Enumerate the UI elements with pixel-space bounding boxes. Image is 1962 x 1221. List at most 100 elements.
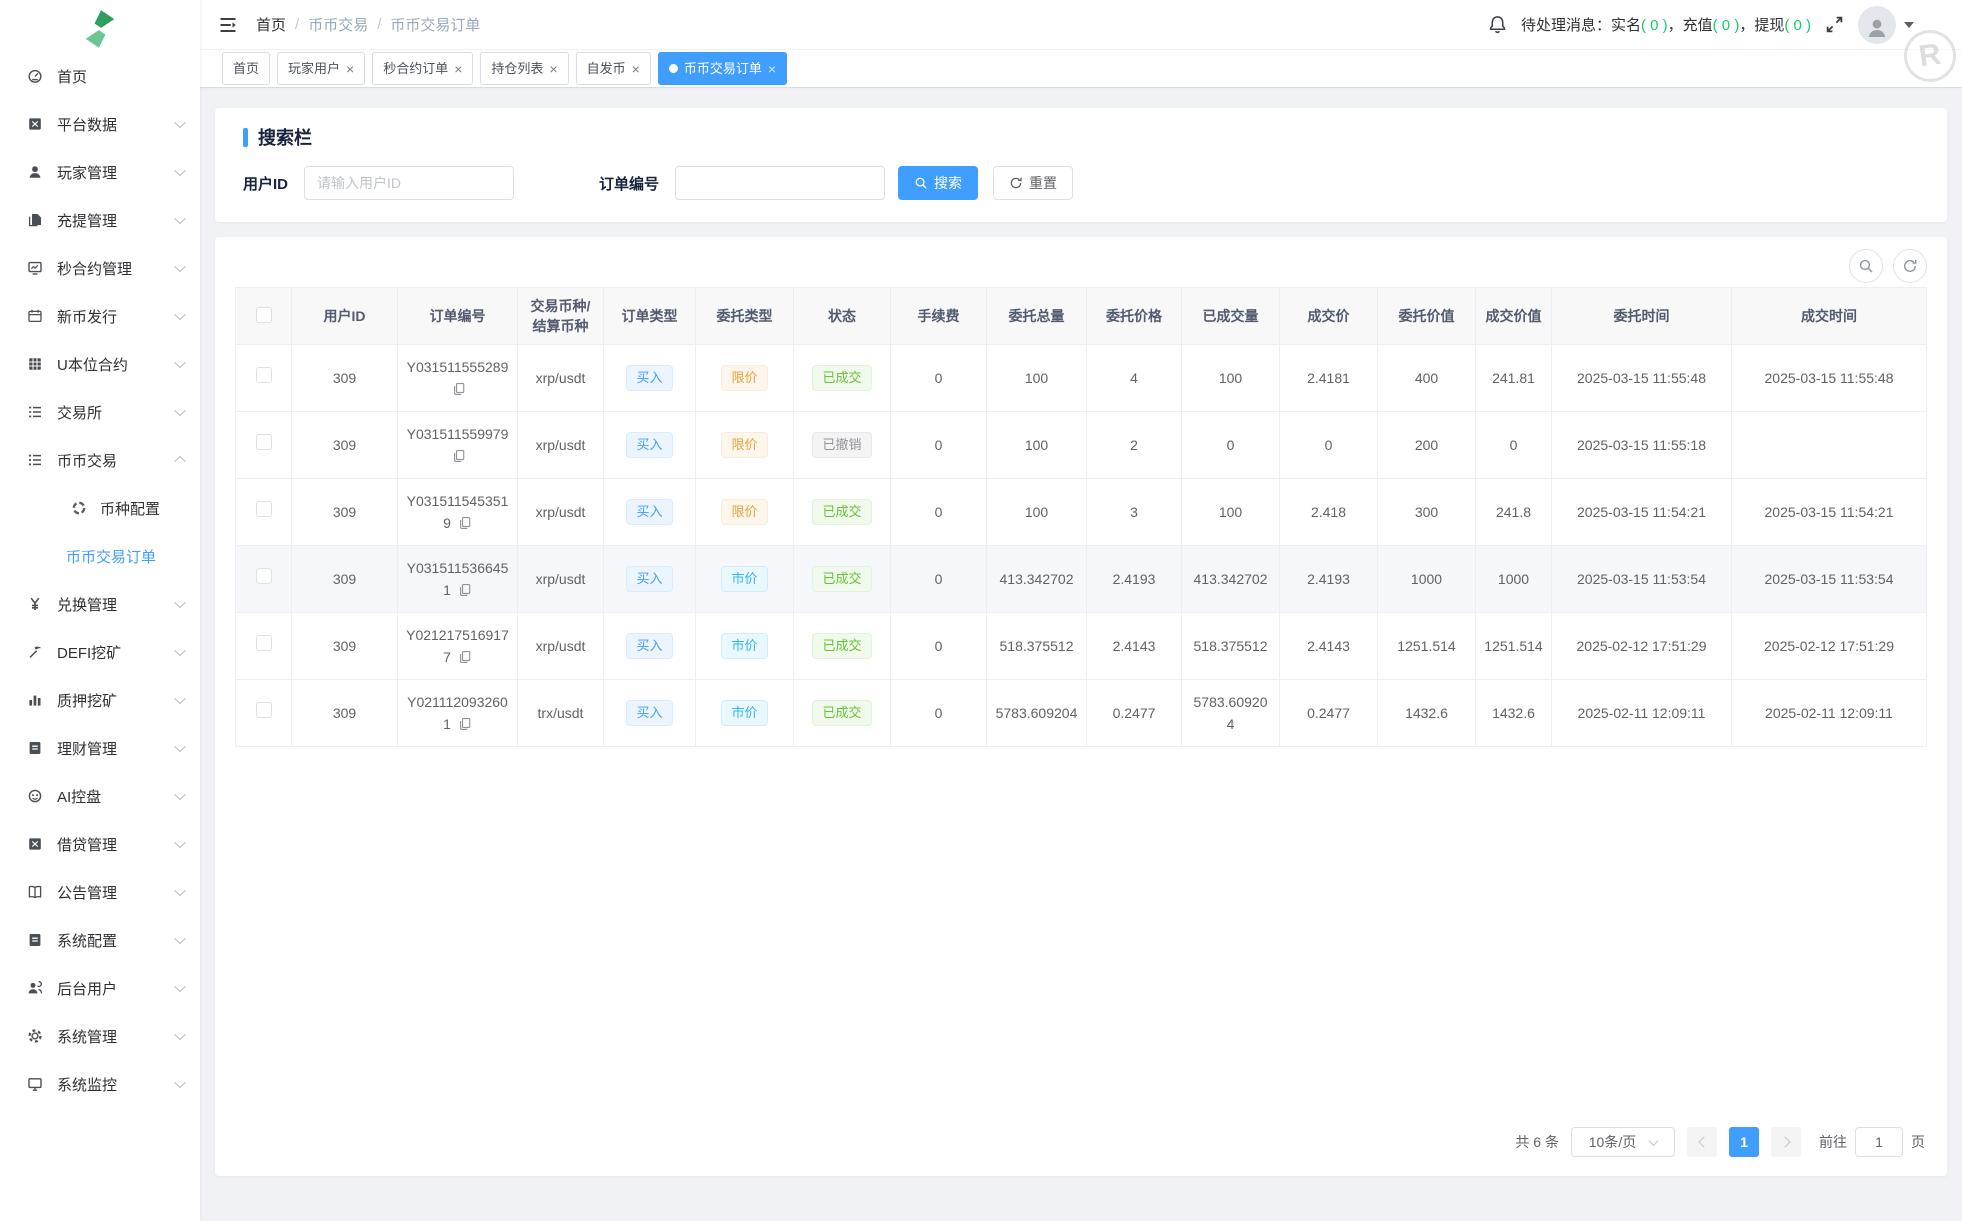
tab-2[interactable]: 秒合约订单 × — [372, 52, 474, 85]
copy-icon[interactable] — [452, 449, 466, 463]
cell-entrust-time: 2025-03-15 11:55:18 — [1551, 411, 1732, 479]
bell-icon[interactable] — [1488, 15, 1507, 34]
chevron-down-icon — [174, 164, 186, 177]
tab-3[interactable]: 持仓列表 × — [480, 52, 569, 85]
defi-mining-icon — [26, 643, 44, 661]
search-button[interactable]: 搜索 — [898, 166, 979, 200]
chevron-down-icon — [174, 212, 186, 225]
sidebar-menu: 首页 平台数据玩家管理充提管理 秒合约管理新币发行 U本位合约 交易所 币币交易 币种配置币… — [0, 50, 200, 1108]
sidebar-item-14[interactable]: 借贷管理 — [0, 820, 200, 868]
sidebar-item-9[interactable]: 兑换管理 — [0, 580, 200, 628]
order-type-tag: 买入 — [626, 700, 673, 726]
sidebar-item-13[interactable]: AI控盘 — [0, 772, 200, 820]
sidebar-item-2[interactable]: 玩家管理 — [0, 148, 200, 196]
cell-entrust-value: 1432.6 — [1377, 679, 1476, 747]
breadcrumb-item-1[interactable]: 币币交易 — [308, 14, 368, 35]
sidebar-item-label: 玩家管理 — [57, 164, 118, 182]
tab-4[interactable]: 自发币 × — [575, 52, 651, 85]
user-menu-caret-icon[interactable] — [1904, 21, 1914, 28]
cell-filled: 100 — [1181, 344, 1280, 412]
row-checkbox[interactable] — [255, 433, 272, 450]
tab-close-icon[interactable]: × — [768, 62, 776, 76]
sidebar-item-0[interactable]: 首页 — [0, 52, 200, 100]
orders-table-card: 用户ID 订单编号 交易币种/结算币种 订单类型 委托类型 状态 手续费 委托总量 委托价格 已成… — [215, 237, 1947, 1176]
sidebar-item-15[interactable]: 公告管理 — [0, 868, 200, 916]
copy-icon[interactable] — [458, 516, 472, 530]
app-logo[interactable] — [0, 0, 200, 50]
user-id-label: 用户ID — [243, 175, 289, 193]
page-number-1[interactable]: 1 — [1729, 1127, 1759, 1157]
tab-0[interactable]: 首页 — [222, 52, 271, 85]
sidebar-item-12[interactable]: 理财管理 — [0, 724, 200, 772]
row-checkbox[interactable] — [255, 634, 272, 651]
cell-entrust-type: 市价 — [695, 612, 794, 680]
prev-page-button[interactable] — [1687, 1127, 1717, 1157]
fullscreen-icon[interactable] — [1825, 15, 1844, 34]
tab-close-icon[interactable]: × — [346, 62, 354, 76]
cell-status: 已成交 — [793, 344, 891, 412]
sidebar-item-label: 质押挖矿 — [57, 692, 118, 710]
tab-1[interactable]: 玩家用户 × — [277, 52, 366, 85]
copy-icon[interactable] — [452, 382, 466, 396]
tab-close-icon[interactable]: × — [549, 62, 557, 76]
cell-user-id: 309 — [291, 344, 398, 412]
cell-entrust-time: 2025-02-12 17:51:29 — [1551, 612, 1732, 680]
cell-pair: xrp/usdt — [517, 478, 604, 546]
table-refresh-icon[interactable] — [1893, 249, 1927, 283]
copy-icon[interactable] — [458, 717, 472, 731]
sidebar-item-16[interactable]: 系统配置 — [0, 916, 200, 964]
row-checkbox[interactable] — [255, 500, 272, 517]
reset-button[interactable]: 重置 — [993, 166, 1074, 200]
chevron-down-icon — [174, 644, 186, 657]
copy-icon[interactable] — [458, 650, 472, 664]
sidebar-item-11[interactable]: 质押挖矿 — [0, 676, 200, 724]
cell-deal-value: 241.81 — [1475, 344, 1552, 412]
sidebar-item-10[interactable]: DEFI挖矿 — [0, 628, 200, 676]
cell-entrust-type: 市价 — [695, 545, 794, 613]
row-checkbox[interactable] — [255, 701, 272, 718]
cell-deal-time: 2025-02-12 17:51:29 — [1731, 612, 1927, 680]
sidebar-item-5[interactable]: 新币发行 — [0, 292, 200, 340]
sidebar-subitem-8-1[interactable]: 币币交易订单 — [0, 532, 200, 580]
sidebar-item-19[interactable]: 系统监控 — [0, 1060, 200, 1108]
logo-icon — [85, 10, 115, 48]
row-checkbox[interactable] — [255, 567, 272, 584]
cell-order-type: 买入 — [603, 344, 696, 412]
tab-close-icon[interactable]: × — [454, 62, 462, 76]
sidebar-item-8[interactable]: 币币交易 — [0, 436, 200, 484]
sidebar-item-7[interactable]: 交易所 — [0, 388, 200, 436]
sidebar-item-17[interactable]: 后台用户 — [0, 964, 200, 1012]
sidebar-item-18[interactable]: 系统管理 — [0, 1012, 200, 1060]
table-search-icon[interactable] — [1849, 249, 1883, 283]
row-select-cell — [235, 344, 292, 412]
order-no-input[interactable] — [675, 166, 886, 200]
tab-5[interactable]: 币币交易订单 × — [657, 52, 788, 85]
next-page-button[interactable] — [1771, 1127, 1801, 1157]
announcement-icon — [26, 883, 44, 901]
cell-filled: 0 — [1181, 411, 1280, 479]
admin-users-icon — [26, 979, 44, 997]
sidebar-item-4[interactable]: 秒合约管理 — [0, 244, 200, 292]
user-id-input[interactable] — [304, 166, 515, 200]
sidebar-item-label: 新币发行 — [57, 308, 118, 326]
cell-deal-value: 1000 — [1475, 545, 1552, 613]
select-all-checkbox[interactable] — [255, 306, 272, 323]
cell-status: 已成交 — [793, 545, 891, 613]
copy-icon[interactable] — [458, 583, 472, 597]
chevron-down-icon — [174, 260, 186, 273]
cell-user-id: 309 — [291, 612, 398, 680]
sidebar-item-3[interactable]: 充提管理 — [0, 196, 200, 244]
row-checkbox[interactable] — [255, 366, 272, 383]
page-size-select[interactable]: 10条/页 — [1571, 1127, 1675, 1157]
breadcrumb-item-0[interactable]: 首页 — [256, 14, 286, 35]
sidebar-item-1[interactable]: 平台数据 — [0, 100, 200, 148]
cell-price: 4 — [1086, 344, 1182, 412]
column-header: 状态 — [793, 287, 891, 345]
goto-page-input[interactable] — [1855, 1127, 1903, 1157]
sidebar-item-6[interactable]: U本位合约 — [0, 340, 200, 388]
user-avatar-icon[interactable] — [1858, 5, 1896, 44]
sidebar-toggle-icon[interactable] — [218, 14, 240, 36]
chevron-down-icon — [174, 596, 186, 609]
tab-close-icon[interactable]: × — [632, 62, 640, 76]
sidebar-subitem-8-0[interactable]: 币种配置 — [0, 484, 200, 532]
